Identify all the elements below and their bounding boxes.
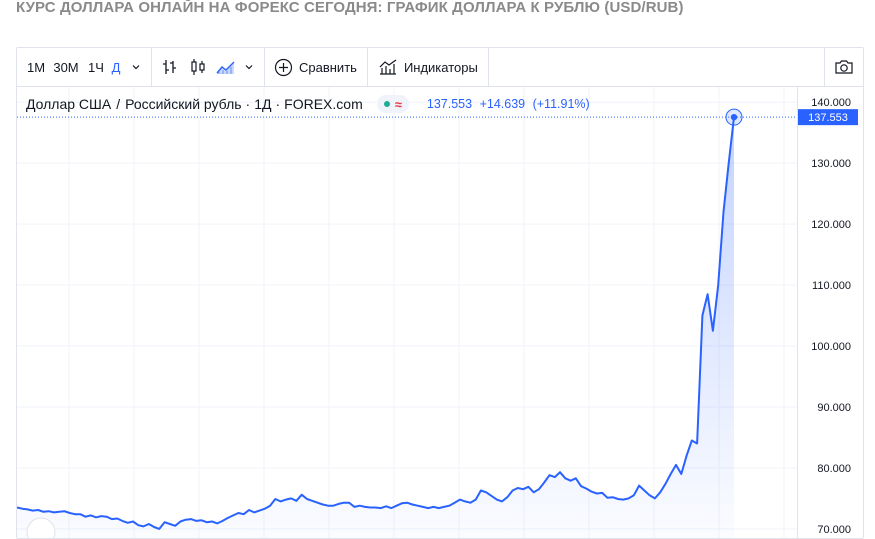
chart-toolbar: 1М 30М 1Ч Д Сравнить Индикаторы	[17, 48, 863, 87]
area-chart-icon	[216, 61, 235, 74]
legend-interval: 1Д	[254, 96, 272, 112]
price-area-fill	[17, 117, 734, 538]
candles-style-button[interactable]	[184, 48, 212, 86]
toolbar-divider	[487, 48, 489, 86]
toolbar-divider	[151, 48, 152, 86]
indicators-label: Индикаторы	[403, 59, 478, 75]
chart-widget: 1М 30М 1Ч Д Сравнить Индикаторы 70.000 8…	[16, 47, 864, 539]
interval-30m-button[interactable]: 30М	[51, 48, 81, 86]
legend-last-price: 137.553	[426, 97, 473, 111]
compare-button[interactable]: Сравнить	[265, 48, 367, 86]
legend-quote: 137.553 +14.639 (+11.91%)	[427, 97, 594, 111]
y-tick-label: 100.000	[811, 341, 851, 353]
plus-circle-icon	[274, 58, 293, 76]
market-open-dot-icon	[383, 101, 390, 107]
camera-icon	[835, 60, 853, 74]
legend-separator: /	[116, 96, 121, 112]
y-tick-label: 70.000	[817, 524, 851, 536]
snapshot-button[interactable]	[825, 48, 863, 86]
chart-style-dropdown-button[interactable]	[240, 48, 258, 86]
area-style-button[interactable]	[212, 48, 240, 86]
legend-dot: ·	[275, 96, 281, 112]
market-status-pill[interactable]: ≈	[376, 95, 409, 113]
legend-dot: ·	[245, 96, 251, 112]
indicators-icon	[379, 59, 397, 75]
legend-base-currency: Доллар США	[26, 96, 112, 112]
y-tick-label: 90.000	[817, 402, 851, 414]
last-point-marker	[730, 113, 738, 121]
chevron-down-icon	[245, 65, 253, 70]
interval-1h-button[interactable]: 1Ч	[85, 48, 107, 86]
candles-chart-icon	[191, 59, 205, 75]
legend-quote-currency: Российский рубль	[125, 96, 242, 112]
legend-change-percent: (+11.91%)	[532, 97, 590, 111]
approx-icon: ≈	[394, 96, 402, 112]
bars-style-button[interactable]	[156, 48, 184, 86]
indicators-button[interactable]: Индикаторы	[368, 48, 488, 86]
legend-change: +14.639	[479, 97, 526, 111]
chevron-down-icon	[132, 65, 140, 70]
chart-legend: Доллар США / Российский рубль · 1Д · FOR…	[26, 95, 594, 113]
interval-1m-button[interactable]: 1М	[25, 48, 47, 86]
legend-source: FOREX.com	[284, 96, 363, 112]
y-tick-label: 140.000	[811, 97, 851, 109]
page-heading: КУРС ДОЛЛАРА ОНЛАЙН НА ФОРЕКС СЕГОДНЯ: Г…	[16, 0, 684, 16]
y-tick-label: 120.000	[811, 219, 851, 231]
y-tick-label: 130.000	[811, 158, 851, 170]
interval-day-button[interactable]: Д	[109, 48, 123, 86]
y-tick-label: 80.000	[817, 463, 851, 475]
price-line-series	[17, 116, 735, 530]
price-chart[interactable]: 70.000 80.000 90.000 100.000 110.000 120.000 1…	[17, 87, 863, 538]
y-tick-label: 110.000	[812, 280, 851, 292]
bars-chart-icon	[163, 60, 176, 74]
last-price-tag-label: 137.553	[808, 112, 848, 124]
compare-label: Сравнить	[299, 59, 357, 75]
interval-dropdown-button[interactable]	[127, 48, 145, 86]
